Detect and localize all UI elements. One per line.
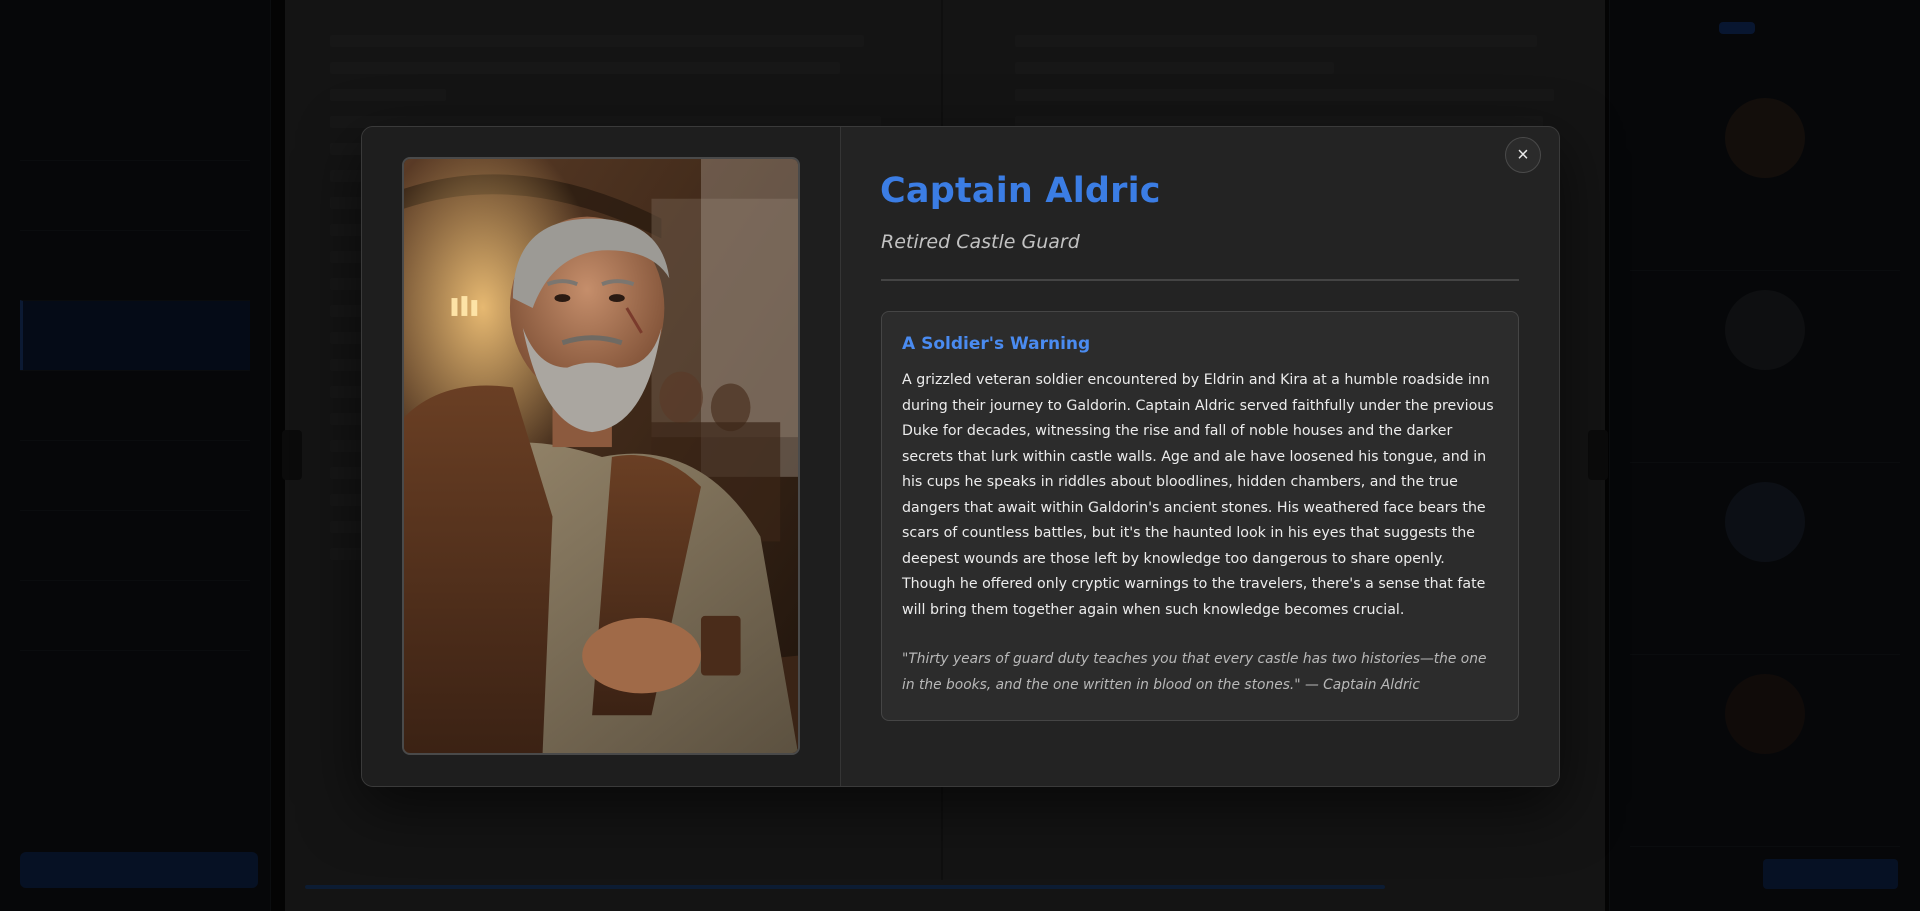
character-bio-card: A Soldier's Warning A grizzled veteran s… <box>881 311 1519 721</box>
close-icon: × <box>1517 144 1529 166</box>
close-button[interactable]: × <box>1505 137 1541 173</box>
bio-heading: A Soldier's Warning <box>902 334 1091 354</box>
divider <box>881 279 1519 281</box>
bio-quote: "Thirty years of guard duty teaches you … <box>902 651 1487 693</box>
portrait-column <box>362 127 841 786</box>
portrait-illustration <box>404 159 798 753</box>
character-modal: × Captain Aldric Retired Castle Guard A … <box>361 126 1560 787</box>
bio-text: A grizzled veteran soldier encountered b… <box>902 372 1494 618</box>
character-role: Retired Castle Guard <box>881 231 1080 253</box>
character-portrait-image <box>402 157 800 755</box>
character-name: Captain Aldric <box>880 171 1161 211</box>
